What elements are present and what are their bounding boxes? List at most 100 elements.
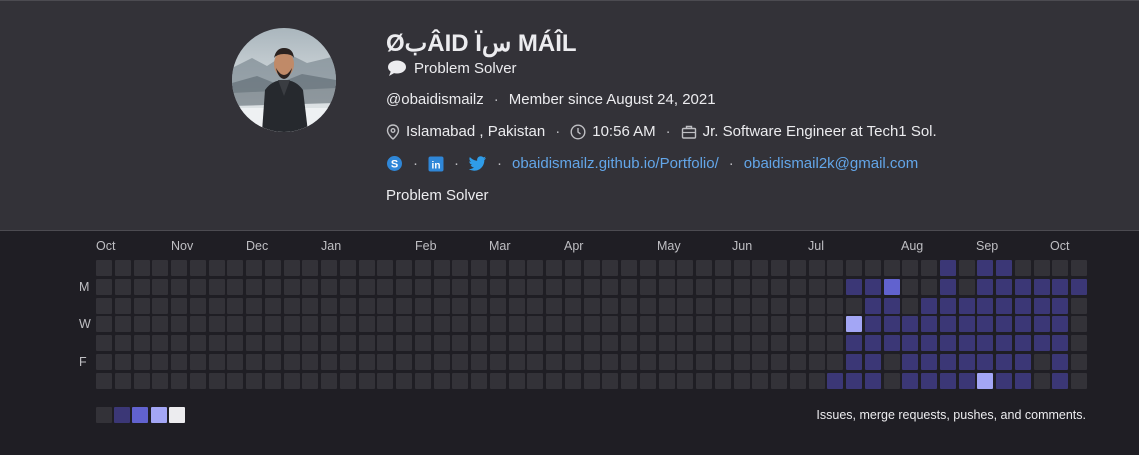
- activity-cell[interactable]: [1014, 316, 1031, 333]
- activity-cell[interactable]: [508, 372, 525, 389]
- activity-cell[interactable]: [639, 372, 656, 389]
- activity-cell[interactable]: [246, 316, 262, 333]
- activity-cell[interactable]: [546, 260, 562, 276]
- activity-cell[interactable]: [283, 335, 300, 351]
- activity-cell[interactable]: [264, 260, 281, 276]
- activity-cell[interactable]: [733, 372, 750, 389]
- activity-cell[interactable]: [96, 260, 112, 276]
- activity-cell[interactable]: [939, 316, 956, 333]
- activity-cell[interactable]: [789, 260, 806, 276]
- activity-cell[interactable]: [114, 372, 131, 389]
- activity-cell[interactable]: [114, 335, 131, 351]
- activity-cell[interactable]: [377, 335, 394, 351]
- activity-cell[interactable]: [414, 372, 431, 389]
- activity-cell[interactable]: [883, 278, 900, 295]
- activity-cell[interactable]: [1071, 278, 1087, 295]
- activity-cell[interactable]: [489, 335, 506, 351]
- activity-cell[interactable]: [827, 335, 844, 351]
- activity-cell[interactable]: [133, 260, 150, 276]
- activity-cell[interactable]: [1052, 278, 1069, 295]
- activity-cell[interactable]: [639, 335, 656, 351]
- activity-cell[interactable]: [283, 316, 300, 333]
- activity-cell[interactable]: [396, 297, 412, 314]
- activity-cell[interactable]: [508, 278, 525, 295]
- activity-cell[interactable]: [321, 372, 337, 389]
- activity-cell[interactable]: [864, 260, 881, 276]
- activity-cell[interactable]: [583, 335, 600, 351]
- activity-cell[interactable]: [827, 353, 844, 370]
- activity-cell[interactable]: [246, 335, 262, 351]
- activity-cell[interactable]: [1071, 353, 1087, 370]
- activity-cell[interactable]: [752, 335, 769, 351]
- activity-cell[interactable]: [752, 353, 769, 370]
- activity-cell[interactable]: [733, 316, 750, 333]
- activity-cell[interactable]: [883, 316, 900, 333]
- activity-cell[interactable]: [208, 372, 225, 389]
- activity-cell[interactable]: [171, 335, 187, 351]
- activity-cell[interactable]: [621, 278, 637, 295]
- activity-cell[interactable]: [714, 335, 731, 351]
- activity-cell[interactable]: [377, 353, 394, 370]
- activity-cell[interactable]: [377, 316, 394, 333]
- activity-cell[interactable]: [302, 316, 319, 333]
- activity-cell[interactable]: [114, 353, 131, 370]
- activity-cell[interactable]: [302, 260, 319, 276]
- activity-cell[interactable]: [546, 335, 562, 351]
- activity-cell[interactable]: [96, 316, 112, 333]
- activity-cell[interactable]: [396, 260, 412, 276]
- activity-cell[interactable]: [546, 316, 562, 333]
- activity-cell[interactable]: [996, 335, 1012, 351]
- activity-cell[interactable]: [321, 278, 337, 295]
- activity-cell[interactable]: [583, 353, 600, 370]
- activity-cell[interactable]: [489, 297, 506, 314]
- activity-cell[interactable]: [921, 316, 937, 333]
- activity-cell[interactable]: [433, 316, 450, 333]
- activity-cell[interactable]: [189, 278, 206, 295]
- activity-cell[interactable]: [264, 335, 281, 351]
- activity-cell[interactable]: [658, 278, 675, 295]
- activity-cell[interactable]: [677, 278, 694, 295]
- activity-cell[interactable]: [902, 335, 919, 351]
- activity-cell[interactable]: [583, 297, 600, 314]
- activity-cell[interactable]: [864, 316, 881, 333]
- activity-cell[interactable]: [639, 260, 656, 276]
- activity-cell[interactable]: [377, 297, 394, 314]
- activity-cell[interactable]: [883, 297, 900, 314]
- activity-cell[interactable]: [564, 278, 581, 295]
- email-link[interactable]: obaidismail2k@gmail.com: [744, 155, 918, 172]
- activity-cell[interactable]: [246, 297, 262, 314]
- activity-cell[interactable]: [602, 372, 619, 389]
- activity-cell[interactable]: [902, 297, 919, 314]
- activity-cell[interactable]: [958, 316, 975, 333]
- activity-cell[interactable]: [602, 260, 619, 276]
- activity-cell[interactable]: [396, 335, 412, 351]
- activity-cell[interactable]: [902, 278, 919, 295]
- activity-cell[interactable]: [227, 316, 244, 333]
- activity-cell[interactable]: [414, 335, 431, 351]
- activity-cell[interactable]: [808, 316, 825, 333]
- activity-cell[interactable]: [864, 353, 881, 370]
- activity-cell[interactable]: [1052, 353, 1069, 370]
- activity-cell[interactable]: [171, 278, 187, 295]
- activity-cell[interactable]: [958, 297, 975, 314]
- activity-cell[interactable]: [977, 372, 994, 389]
- activity-cell[interactable]: [227, 297, 244, 314]
- activity-cell[interactable]: [1052, 335, 1069, 351]
- activity-cell[interactable]: [658, 353, 675, 370]
- activity-cell[interactable]: [433, 297, 450, 314]
- activity-cell[interactable]: [733, 260, 750, 276]
- activity-cell[interactable]: [977, 297, 994, 314]
- activity-cell[interactable]: [527, 260, 544, 276]
- activity-cell[interactable]: [321, 335, 337, 351]
- activity-cell[interactable]: [339, 260, 356, 276]
- activity-cell[interactable]: [696, 297, 712, 314]
- activity-cell[interactable]: [771, 335, 787, 351]
- activity-cell[interactable]: [883, 335, 900, 351]
- activity-cell[interactable]: [621, 372, 637, 389]
- activity-cell[interactable]: [508, 297, 525, 314]
- activity-cell[interactable]: [114, 260, 131, 276]
- activity-cell[interactable]: [1033, 353, 1050, 370]
- activity-cell[interactable]: [508, 335, 525, 351]
- avatar[interactable]: [232, 28, 336, 132]
- activity-cell[interactable]: [133, 372, 150, 389]
